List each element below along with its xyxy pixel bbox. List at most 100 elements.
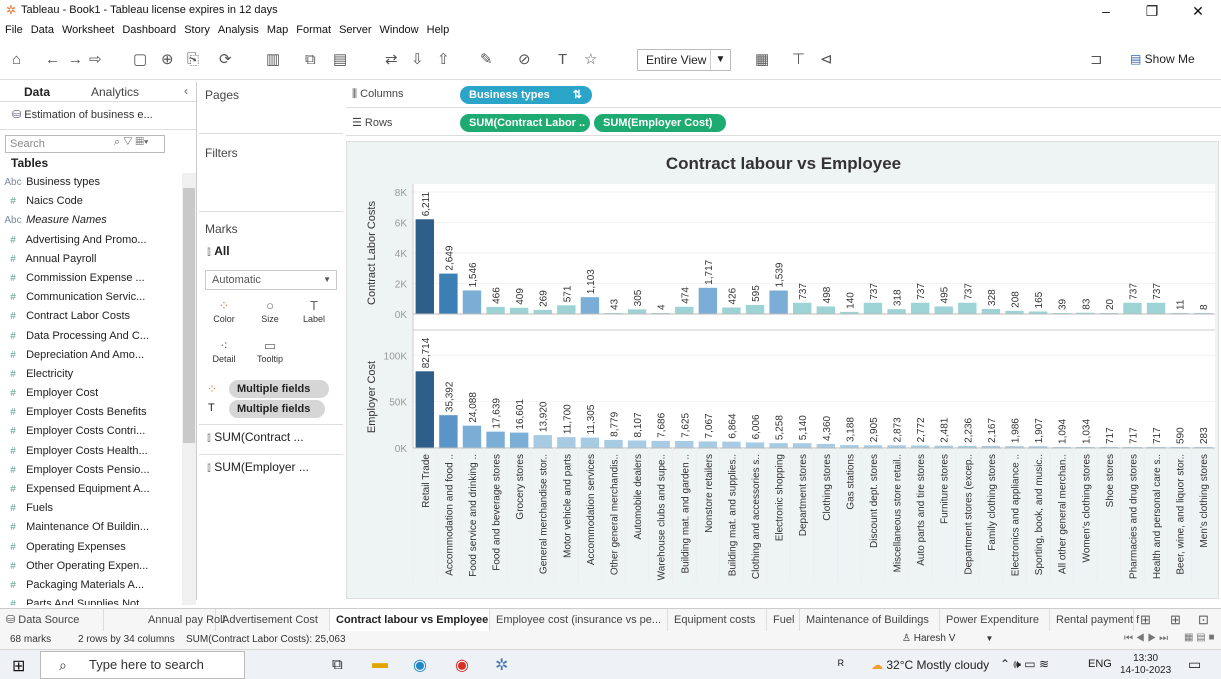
show-me-button[interactable]: ▤ Show Me [1130,52,1195,66]
tab-data[interactable]: Data [24,85,50,99]
tray-icons[interactable]: ⌃ 🕪 ▭ ≋ [1000,657,1049,672]
weather-widget[interactable]: ☁ 32°C Mostly cloudy [871,658,989,672]
tab-fuel[interactable]: Fuel [767,609,800,631]
field-item[interactable]: # Employer Costs Benefits [0,403,180,422]
tab-contract-labour-vs-employee[interactable]: Contract labour vs Employee [330,609,490,631]
pause-icon[interactable]: ⎘ [187,52,199,68]
field-item[interactable]: # Maintenance Of Buildin... [0,518,180,537]
field-item[interactable]: # Employer Cost [0,384,180,403]
card-toggle-icon[interactable]: ▦ [755,52,769,68]
field-list-scrollbar[interactable] [182,173,196,605]
tab-maintenance[interactable]: Maintenance of Buildings [800,609,940,631]
home-icon[interactable]: ⌂ [12,52,21,68]
sort-ascending-icon[interactable]: ⇩ [411,52,424,68]
tab-power-expenditure[interactable]: Power Expenditure [940,609,1050,631]
windows-start-icon[interactable]: ⊞ [12,656,25,676]
people-icon[interactable]: ᴿ [838,657,844,672]
rows-pill-employer-cost[interactable]: SUM(Employer Cost) [594,114,726,132]
taskbar-search-input[interactable]: ⌕ Type here to search [40,651,245,679]
share-icon[interactable]: ⊲ [820,52,833,68]
field-item[interactable]: # Parts And Supplies Not... [0,595,180,605]
sort-descending-icon[interactable]: ⇧ [437,52,450,68]
tab-data-source[interactable]: ⛁ Data Source [0,609,104,631]
field-item[interactable]: Abc Business types [0,173,180,192]
field-item[interactable]: # Depreciation And Amo... [0,346,180,365]
presentation-icon[interactable]: ⊤ [792,52,805,68]
notifications-icon[interactable]: ▭ [1188,656,1201,673]
menu-server[interactable]: Server [339,20,371,40]
visualization[interactable]: Contract labour vs Employee 8K 6K 4K 2K 0K Co… [346,141,1219,599]
user-menu[interactable]: ♙ Haresh V ▼ [902,633,993,644]
new-worksheet-tab-icon[interactable]: ⊞ [1140,612,1151,628]
scrollbar-thumb[interactable] [183,188,195,443]
menu-analysis[interactable]: Analysis [218,20,259,40]
bar-chart[interactable]: 8K 6K 4K 2K 0K Contract Labor Costs 6,211 2,649… [347,142,1219,599]
field-item[interactable]: # Employer Costs Health... [0,442,180,461]
task-view-icon[interactable]: ⧉ [332,656,343,673]
menu-format[interactable]: Format [296,20,331,40]
tableau-taskbar-icon[interactable]: ✲ [495,655,508,675]
tab-annual-pay-roll[interactable]: Annual pay Roll [104,609,225,631]
tooltip-button[interactable]: ▭ Tooltip [253,338,287,364]
marks-all[interactable]: ⫾ All [207,244,230,259]
edge-icon[interactable]: ◉ [413,655,427,675]
clear-sheet-icon[interactable]: ▤ [333,52,347,68]
group-icon[interactable]: ⊘ [518,52,531,68]
menu-data[interactable]: Data [31,20,54,40]
field-item[interactable]: # Data Processing And C... [0,327,180,346]
pin-toolbar-icon[interactable]: ⊐ [1090,52,1103,68]
datasource-item[interactable]: ⛁ Estimation of business e... [0,102,196,130]
field-item[interactable]: # Communication Servic... [0,288,180,307]
close-button[interactable]: ✕ [1175,0,1221,22]
columns-pill-business-types[interactable]: Business types ⇅ [460,86,592,104]
label-button[interactable]: T Label [297,298,331,324]
duplicate-icon[interactable]: ⧉ [305,52,316,68]
menu-map[interactable]: Map [267,20,288,40]
menu-file[interactable]: File [5,20,23,40]
undo-icon[interactable]: ← [45,52,60,68]
fit-select[interactable]: Entire View ▼ [637,49,731,71]
field-item[interactable]: # Advertising And Promo... [0,231,180,250]
show-labels-icon[interactable]: T [558,52,567,68]
filters-card[interactable]: Filters [199,140,343,212]
field-item[interactable]: # Employer Costs Contri... [0,422,180,441]
replay-icon[interactable]: ⇨ [89,52,102,68]
mark-type-select[interactable]: Automatic ▼ [205,270,337,290]
minimize-button[interactable]: – [1083,0,1129,22]
field-item[interactable]: # Fuels [0,499,180,518]
field-item[interactable]: # Naics Code [0,192,180,211]
field-item[interactable]: # Contract Labor Costs [0,307,180,326]
field-item[interactable]: # Annual Payroll [0,250,180,269]
pages-card[interactable]: Pages [199,82,343,134]
tab-analytics[interactable]: Analytics [91,85,139,99]
new-datasource-icon[interactable]: ⊕ [161,52,174,68]
field-item[interactable]: # Packaging Materials A... [0,576,180,595]
columns-shelf[interactable]: ⫼ Columns Business types ⇅ [346,82,1221,108]
color-button[interactable]: ⁘ Color [207,298,241,324]
color-pill-multiple-fields[interactable]: Multiple fields [229,380,329,398]
marks-sum-employer[interactable]: ⫾ SUM(Employer ... [199,454,343,480]
refresh-icon[interactable]: ⟳ [219,52,232,68]
restore-button[interactable]: ❐ [1129,0,1175,22]
tab-equipment-costs[interactable]: Equipment costs [668,609,767,631]
redo-icon[interactable]: → [68,52,83,68]
menu-story[interactable]: Story [184,20,210,40]
tab-rental-payment[interactable]: Rental payment f [1050,609,1139,631]
size-button[interactable]: ○ Size [253,298,287,324]
menu-help[interactable]: Help [427,20,450,40]
new-worksheet-icon[interactable]: ▥ [266,52,280,68]
view-mode-icons[interactable]: ▦ ▤ ■ [1184,632,1215,643]
rows-shelf[interactable]: ☰ Rows SUM(Contract Labor .. SUM(Employe… [346,110,1221,136]
field-item[interactable]: # Employer Costs Pensio... [0,461,180,480]
marks-sum-contract[interactable]: ⫾ SUM(Contract ... [199,424,343,450]
pin-icon[interactable]: ☆ [584,52,597,68]
detail-button[interactable]: ⁖ Detail [207,338,241,364]
rows-pill-contract-labor[interactable]: SUM(Contract Labor .. [460,114,590,132]
label-pill-multiple-fields[interactable]: Multiple fields [229,400,325,418]
tab-advertisement-cost[interactable]: Advertisement Cost [216,609,330,631]
field-item[interactable]: # Other Operating Expen... [0,557,180,576]
search-filter-icons[interactable]: ⌕ ▽ ▦▾ [114,136,149,149]
menu-window[interactable]: Window [380,20,419,40]
field-item[interactable]: # Commission Expense ... [0,269,180,288]
menu-worksheet[interactable]: Worksheet [62,20,114,40]
